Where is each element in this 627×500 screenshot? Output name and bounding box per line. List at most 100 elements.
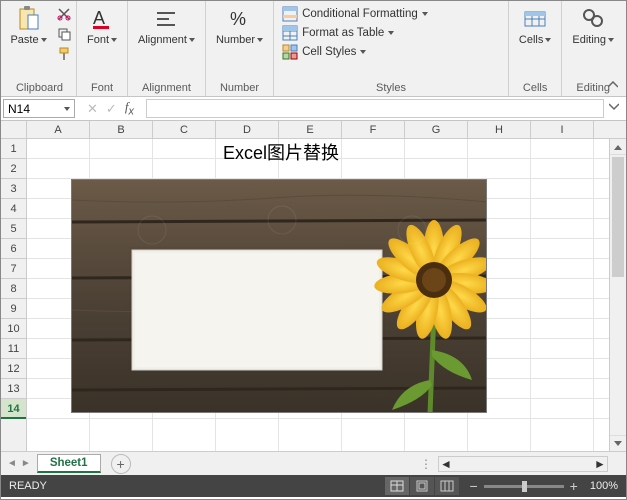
column-header[interactable]: E bbox=[279, 121, 342, 138]
percent-icon: % bbox=[226, 5, 254, 33]
row-header[interactable]: 6 bbox=[1, 239, 26, 259]
chevron-down-icon bbox=[422, 12, 428, 16]
group-cells: Cells Cells bbox=[509, 1, 562, 96]
row-header[interactable]: 3 bbox=[1, 179, 26, 199]
group-label-clipboard: Clipboard bbox=[9, 80, 70, 96]
tab-nav: ◄ ► bbox=[1, 458, 37, 469]
column-header[interactable]: C bbox=[153, 121, 216, 138]
view-buttons bbox=[385, 477, 459, 495]
status-ready: READY bbox=[9, 480, 47, 492]
font-button[interactable]: A Font bbox=[83, 3, 121, 48]
editing-button[interactable]: Editing bbox=[568, 3, 618, 48]
select-all-corner[interactable] bbox=[1, 121, 27, 138]
column-header[interactable]: A bbox=[27, 121, 90, 138]
collapse-ribbon-button[interactable] bbox=[605, 78, 621, 92]
chevron-down-icon bbox=[360, 50, 366, 54]
tab-nav-prev[interactable]: ◄ bbox=[7, 458, 17, 469]
zoom-level[interactable]: 100% bbox=[590, 480, 618, 492]
zoom-slider[interactable] bbox=[484, 485, 564, 488]
row-header[interactable]: 2 bbox=[1, 159, 26, 179]
chevron-down-icon bbox=[388, 31, 394, 35]
column-header[interactable]: F bbox=[342, 121, 405, 138]
group-label-styles: Styles bbox=[280, 80, 502, 96]
group-label-number: Number bbox=[212, 80, 267, 96]
scroll-up-button[interactable] bbox=[610, 139, 626, 155]
column-header[interactable]: D bbox=[216, 121, 279, 138]
alignment-button[interactable]: Alignment bbox=[134, 3, 199, 48]
view-page-break-button[interactable] bbox=[435, 477, 459, 495]
alignment-label: Alignment bbox=[138, 34, 187, 46]
row-header[interactable]: 13 bbox=[1, 379, 26, 399]
group-styles: Conditional Formatting Format as Table C… bbox=[274, 1, 509, 96]
formula-controls: ✕ ✓ fx bbox=[77, 97, 144, 120]
sheet-tab-active[interactable]: Sheet1 bbox=[37, 454, 101, 473]
tab-nav-next[interactable]: ► bbox=[21, 458, 31, 469]
row-header[interactable]: 14 bbox=[1, 399, 26, 419]
editing-label: Editing bbox=[572, 34, 606, 46]
horizontal-scrollbar[interactable]: ◄ ► bbox=[438, 456, 608, 472]
format-as-table-label: Format as Table bbox=[302, 27, 384, 39]
number-button[interactable]: % Number bbox=[212, 3, 267, 48]
view-normal-button[interactable] bbox=[385, 477, 409, 495]
chevron-down-icon bbox=[111, 38, 117, 42]
view-page-layout-button[interactable] bbox=[410, 477, 434, 495]
vertical-scrollbar[interactable] bbox=[609, 139, 626, 451]
find-icon bbox=[579, 5, 607, 33]
vertical-scroll-thumb[interactable] bbox=[612, 157, 624, 277]
formula-input[interactable] bbox=[146, 99, 604, 118]
table-icon bbox=[282, 25, 298, 41]
scroll-right-button[interactable]: ► bbox=[593, 457, 607, 471]
cells-label: Cells bbox=[519, 34, 543, 46]
zoom-controls: − + 100% bbox=[469, 478, 618, 494]
cell-styles-button[interactable]: Cell Styles bbox=[280, 43, 502, 61]
font-icon: A bbox=[88, 5, 116, 33]
paste-button[interactable]: Paste bbox=[6, 3, 50, 48]
zoom-in-button[interactable]: + bbox=[570, 478, 578, 494]
zoom-out-button[interactable]: − bbox=[469, 478, 477, 494]
cells-button[interactable]: Cells bbox=[515, 3, 555, 48]
embedded-picture[interactable] bbox=[71, 179, 487, 413]
column-header[interactable]: G bbox=[405, 121, 468, 138]
column-header[interactable]: H bbox=[468, 121, 531, 138]
copy-button[interactable] bbox=[55, 25, 73, 43]
cut-button[interactable] bbox=[55, 5, 73, 23]
row-header[interactable]: 7 bbox=[1, 259, 26, 279]
cells-canvas[interactable]: Excel图片替换 bbox=[27, 139, 609, 451]
row-header[interactable]: 9 bbox=[1, 299, 26, 319]
format-painter-button[interactable] bbox=[55, 45, 73, 63]
cancel-formula-button[interactable]: ✕ bbox=[87, 101, 98, 117]
number-label: Number bbox=[216, 34, 255, 46]
name-box-input[interactable] bbox=[8, 102, 54, 116]
row-header[interactable]: 5 bbox=[1, 219, 26, 239]
group-label-font: Font bbox=[83, 80, 121, 96]
font-label: Font bbox=[87, 34, 109, 46]
tab-split-handle[interactable]: ⋮ bbox=[414, 457, 438, 471]
column-header[interactable]: B bbox=[90, 121, 153, 138]
group-alignment: Alignment Alignment bbox=[128, 1, 206, 96]
format-as-table-button[interactable]: Format as Table bbox=[280, 24, 502, 42]
row-header[interactable]: 1 bbox=[1, 139, 26, 159]
cells-icon bbox=[521, 5, 549, 33]
row-header[interactable]: 12 bbox=[1, 359, 26, 379]
zoom-slider-thumb[interactable] bbox=[522, 481, 527, 492]
fx-icon[interactable]: fx bbox=[125, 99, 134, 118]
name-box[interactable] bbox=[3, 99, 75, 118]
new-sheet-button[interactable]: + bbox=[111, 454, 131, 474]
grid-area: A B C D E F G H I 1 2 3 4 5 6 7 8 9 10 1… bbox=[1, 121, 626, 451]
chevron-down-icon bbox=[189, 38, 195, 42]
formula-bar-row: ✕ ✓ fx bbox=[1, 97, 626, 121]
row-header[interactable]: 10 bbox=[1, 319, 26, 339]
row-header[interactable]: 4 bbox=[1, 199, 26, 219]
expand-formula-bar-button[interactable] bbox=[606, 97, 622, 117]
chevron-down-icon bbox=[545, 38, 551, 42]
row-header[interactable]: 11 bbox=[1, 339, 26, 359]
scroll-down-button[interactable] bbox=[610, 435, 626, 451]
column-header[interactable]: I bbox=[531, 121, 594, 138]
row-header[interactable]: 8 bbox=[1, 279, 26, 299]
cell-styles-label: Cell Styles bbox=[302, 46, 356, 58]
chevron-down-icon[interactable] bbox=[64, 107, 70, 111]
scroll-left-button[interactable]: ◄ bbox=[439, 457, 453, 471]
paste-icon bbox=[15, 5, 43, 33]
enter-formula-button[interactable]: ✓ bbox=[106, 101, 117, 117]
conditional-formatting-button[interactable]: Conditional Formatting bbox=[280, 5, 502, 23]
